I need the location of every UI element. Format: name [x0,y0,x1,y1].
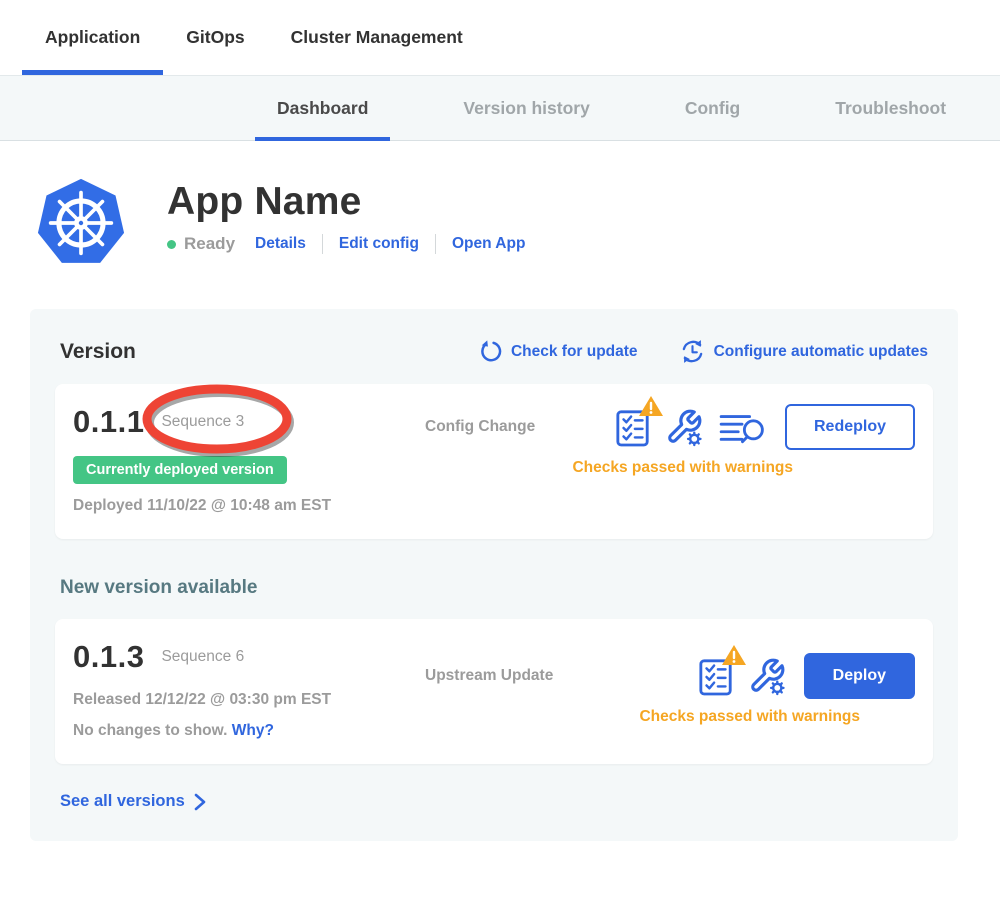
preflight-checks-icon[interactable] [615,406,651,448]
divider [322,234,323,254]
available-version-number: 0.1.3 [73,639,144,675]
kubernetes-logo-icon [35,175,127,271]
warning-triangle-icon [721,644,747,666]
available-sequence-label: Sequence 6 [161,648,244,666]
new-version-heading: New version available [60,577,933,599]
tab-gitops-label: GitOps [186,27,244,48]
version-panel: Version Check for update Configure autom… [30,309,958,841]
tab-gitops[interactable]: GitOps [163,0,267,75]
tab-dashboard[interactable]: Dashboard [255,76,390,140]
checks-warning-text: Checks passed with warnings [572,459,793,477]
configure-auto-updates-label: Configure automatic updates [714,343,928,361]
tab-config[interactable]: Config [663,76,762,140]
why-link[interactable]: Why? [232,722,274,739]
status-dot-icon [167,240,176,249]
checks-warning-text: Checks passed with warnings [639,708,860,726]
app-sub-nav: Dashboard Version history Config Trouble… [0,75,1000,141]
top-nav: Application GitOps Cluster Management [0,0,1000,75]
tab-config-label: Config [685,98,740,119]
tab-version-history[interactable]: Version history [441,76,611,140]
tab-troubleshoot[interactable]: Troubleshoot [813,76,968,140]
currently-deployed-badge: Currently deployed version [73,456,287,484]
see-all-versions-link[interactable]: See all versions [60,792,933,811]
check-for-update-label: Check for update [511,343,638,361]
check-for-update-button[interactable]: Check for update [479,340,638,363]
version-source-label: Config Change [425,418,535,436]
tab-cluster-management[interactable]: Cluster Management [268,0,486,75]
current-version-number: 0.1.1 [73,404,144,440]
tab-version-history-label: Version history [463,98,589,119]
app-header: App Name Ready Details Edit config Open … [0,141,1000,271]
tab-dashboard-label: Dashboard [277,98,368,119]
tab-application-label: Application [45,27,140,48]
tab-application[interactable]: Application [22,0,163,75]
version-panel-title: Version [60,340,136,364]
details-link[interactable]: Details [255,235,306,253]
divider [435,234,436,254]
preflight-checks-icon[interactable] [698,655,734,697]
gear-icon [771,682,783,694]
auto-update-clock-icon [680,339,705,364]
current-sequence-label: Sequence 3 [161,413,244,431]
edit-config-link[interactable]: Edit config [339,235,419,253]
status-text: Ready [184,234,235,254]
deployed-timestamp: Deployed 11/10/22 @ 10:48 am EST [73,497,403,515]
released-timestamp: Released 12/12/22 @ 03:30 pm EST [73,691,403,709]
edit-config-wrench-icon[interactable] [665,407,703,447]
view-diff-icon[interactable] [717,409,767,445]
no-changes-line: No changes to show. Why? [73,722,403,740]
version-source-label: Upstream Update [425,667,553,685]
redeploy-button[interactable]: Redeploy [785,404,915,450]
edit-config-wrench-icon[interactable] [748,656,786,696]
chevron-right-icon [193,793,207,811]
warning-triangle-icon [638,395,664,417]
configure-auto-updates-button[interactable]: Configure automatic updates [680,339,928,364]
refresh-icon [479,340,502,363]
page-title: App Name [167,180,525,224]
available-version-card: 0.1.3 Sequence 6 Released 12/12/22 @ 03:… [55,619,933,764]
deploy-button[interactable]: Deploy [804,653,915,699]
current-version-card: 0.1.1 Sequence 3 Currently deployed vers… [55,384,933,539]
gear-icon [688,433,700,445]
open-app-link[interactable]: Open App [452,235,525,253]
tab-cluster-management-label: Cluster Management [291,27,463,48]
tab-troubleshoot-label: Troubleshoot [835,98,946,119]
